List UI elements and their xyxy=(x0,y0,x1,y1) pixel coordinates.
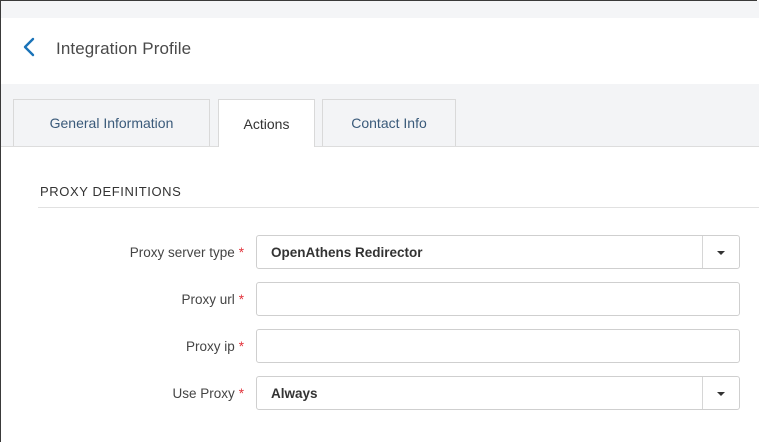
tab-general-information[interactable]: General Information xyxy=(13,99,210,146)
proxy-url-input[interactable] xyxy=(257,283,739,315)
selected-value: OpenAthens Redirector xyxy=(271,244,423,260)
proxy-ip-field[interactable] xyxy=(256,329,740,363)
label-text: Proxy ip xyxy=(185,338,235,354)
proxy-server-type-select[interactable]: OpenAthens Redirector xyxy=(256,235,740,269)
proxy-server-type-row: Proxy server type * OpenAthens Redirecto… xyxy=(0,235,759,269)
tab-label: Actions xyxy=(243,115,290,132)
tab-label: General Information xyxy=(49,115,174,131)
back-button[interactable] xyxy=(20,37,38,62)
label-text: Proxy server type xyxy=(129,244,235,260)
required-asterisk: * xyxy=(238,385,244,401)
proxy-url-label: Proxy url * xyxy=(181,282,244,316)
page-header: Integration Profile xyxy=(1,18,759,80)
required-asterisk: * xyxy=(238,291,244,307)
caret-down-icon[interactable] xyxy=(703,377,739,409)
caret-down-icon[interactable] xyxy=(703,236,739,268)
label-text: Proxy url xyxy=(181,291,235,307)
top-strip xyxy=(1,1,759,18)
label-text: Use Proxy xyxy=(172,385,235,401)
page-title: Integration Profile xyxy=(56,39,192,58)
proxy-ip-row: Proxy ip * xyxy=(0,329,759,363)
tab-actions[interactable]: Actions xyxy=(218,99,315,147)
proxy-url-row: Proxy url * xyxy=(0,282,759,316)
use-proxy-select[interactable]: Always xyxy=(256,376,740,410)
proxy-ip-label: Proxy ip * xyxy=(186,329,244,363)
tab-label: Contact Info xyxy=(351,115,427,131)
section-title: PROXY DEFINITIONS xyxy=(40,184,182,199)
tab-bar: General Information Actions Contact Info xyxy=(1,84,759,147)
required-asterisk: * xyxy=(238,244,244,260)
use-proxy-label: Use Proxy * xyxy=(172,376,244,410)
proxy-ip-input[interactable] xyxy=(257,330,739,362)
tab-contact-info[interactable]: Contact Info xyxy=(322,99,456,146)
required-asterisk: * xyxy=(238,338,244,354)
chevron-left-icon xyxy=(23,37,35,62)
section-divider xyxy=(38,207,759,208)
selected-value: Always xyxy=(271,385,318,401)
proxy-url-field[interactable] xyxy=(256,282,740,316)
proxy-server-type-label: Proxy server type * xyxy=(130,235,244,269)
use-proxy-row: Use Proxy * Always xyxy=(0,376,759,410)
